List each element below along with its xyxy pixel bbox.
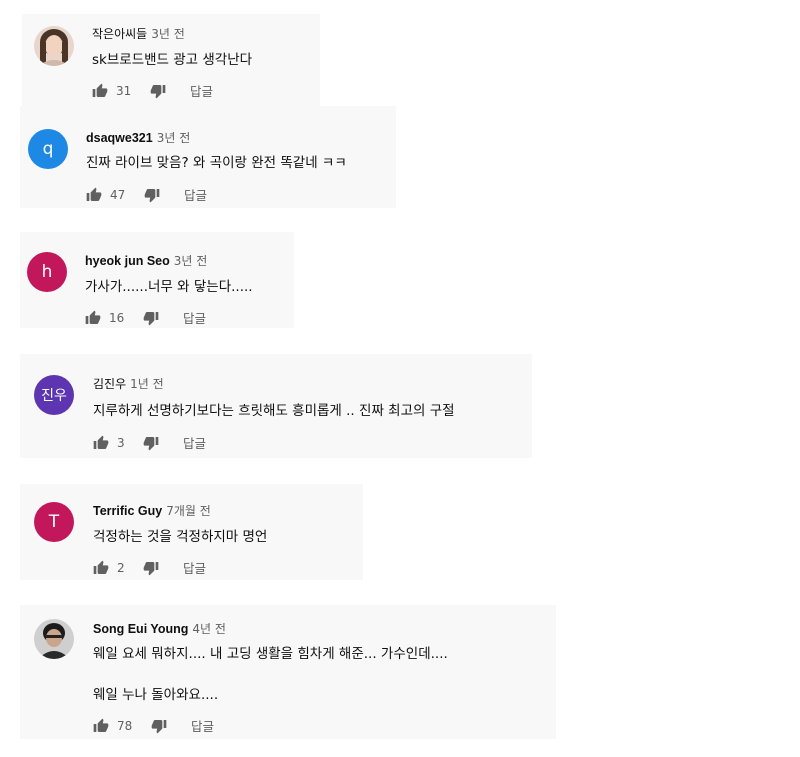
comment-card: h hyeok jun Seo 3년 전 가사가......너무 와 닿는다...…: [20, 232, 294, 328]
timestamp[interactable]: 1년 전: [130, 377, 164, 391]
thumbs-up-icon[interactable]: [93, 560, 109, 576]
like-count: 31: [116, 83, 132, 98]
avatar[interactable]: 진우: [34, 375, 74, 415]
comment-card: Song Eui Young 4년 전 웨일 요세 뭐하지.... 내 고딩 생활…: [20, 605, 556, 739]
avatar-letter: h: [41, 262, 53, 282]
comment-card: 진우 김진우 1년 전 지루하게 선명하기보다는 흐릿해도 흥미롭게 .. 진짜 …: [20, 354, 532, 458]
avatar-letter: 진우: [41, 388, 67, 404]
timestamp[interactable]: 3년 전: [174, 254, 208, 268]
like-count: 16: [109, 310, 125, 325]
author-name[interactable]: Terrific Guy: [93, 504, 162, 518]
avatar[interactable]: [34, 619, 74, 659]
timestamp[interactable]: 3년 전: [157, 131, 191, 145]
avatar-letter: q: [42, 139, 54, 159]
thumbs-up-icon[interactable]: [86, 187, 102, 203]
comment-card: q dsaqwe321 3년 전 진짜 라이브 맞음? 와 곡이랑 완전 똑같네 …: [20, 106, 396, 208]
like-count: 47: [110, 187, 126, 202]
thumbs-up-icon[interactable]: [93, 718, 109, 734]
like-count: 2: [117, 560, 125, 575]
timestamp[interactable]: 3년 전: [151, 27, 185, 41]
reply-button[interactable]: 답글: [190, 81, 213, 100]
timestamp[interactable]: 4년 전: [192, 622, 226, 636]
reply-button[interactable]: 답글: [191, 716, 214, 735]
thumbs-up-icon[interactable]: [93, 435, 109, 451]
comment-card: 작은아씨들 3년 전 sk브로드밴드 광고 생각난다 31 답글: [22, 14, 320, 106]
avatar[interactable]: T: [34, 502, 74, 542]
thumbs-up-icon[interactable]: [85, 310, 101, 326]
comment-text-line2: 웨일 누나 돌아와요....: [93, 687, 219, 703]
thumbs-up-icon[interactable]: [92, 83, 108, 99]
avatar[interactable]: q: [28, 129, 68, 169]
comment-card: T Terrific Guy 7개월 전 걱정하는 것을 걱정하지마 명언 2 답…: [20, 484, 363, 580]
comment-text: sk브로드밴드 광고 생각난다: [92, 52, 253, 68]
author-name[interactable]: 김진우: [93, 377, 126, 391]
comment-text: 걱정하는 것을 걱정하지마 명언: [93, 529, 268, 545]
thumbs-down-icon[interactable]: [151, 718, 167, 734]
thumbs-down-icon[interactable]: [143, 310, 159, 326]
reply-button[interactable]: 답글: [183, 433, 206, 452]
avatar[interactable]: [34, 26, 74, 66]
author-name[interactable]: hyeok jun Seo: [85, 254, 170, 268]
thumbs-down-icon[interactable]: [150, 83, 166, 99]
author-name[interactable]: dsaqwe321: [86, 131, 153, 145]
like-count: 78: [117, 718, 133, 733]
like-count: 3: [117, 435, 125, 450]
avatar[interactable]: h: [27, 252, 67, 292]
avatar-letter: T: [48, 512, 60, 532]
thumbs-down-icon[interactable]: [143, 560, 159, 576]
reply-button[interactable]: 답글: [183, 308, 206, 327]
comment-text: 웨일 요세 뭐하지.... 내 고딩 생활을 힘차게 해준... 가수인데...…: [93, 646, 448, 662]
reply-button[interactable]: 답글: [184, 185, 207, 204]
thumbs-down-icon[interactable]: [143, 435, 159, 451]
timestamp[interactable]: 7개월 전: [166, 504, 211, 518]
comment-text: 진짜 라이브 맞음? 와 곡이랑 완전 똑같네 ㅋㅋ: [86, 155, 347, 171]
comment-text: 가사가......너무 와 닿는다.....: [85, 279, 253, 295]
reply-button[interactable]: 답글: [183, 558, 206, 577]
author-name[interactable]: 작은아씨들: [92, 27, 147, 41]
thumbs-down-icon[interactable]: [144, 187, 160, 203]
author-name[interactable]: Song Eui Young: [93, 622, 188, 636]
comment-text: 지루하게 선명하기보다는 흐릿해도 흥미롭게 .. 진짜 최고의 구절: [93, 403, 455, 419]
